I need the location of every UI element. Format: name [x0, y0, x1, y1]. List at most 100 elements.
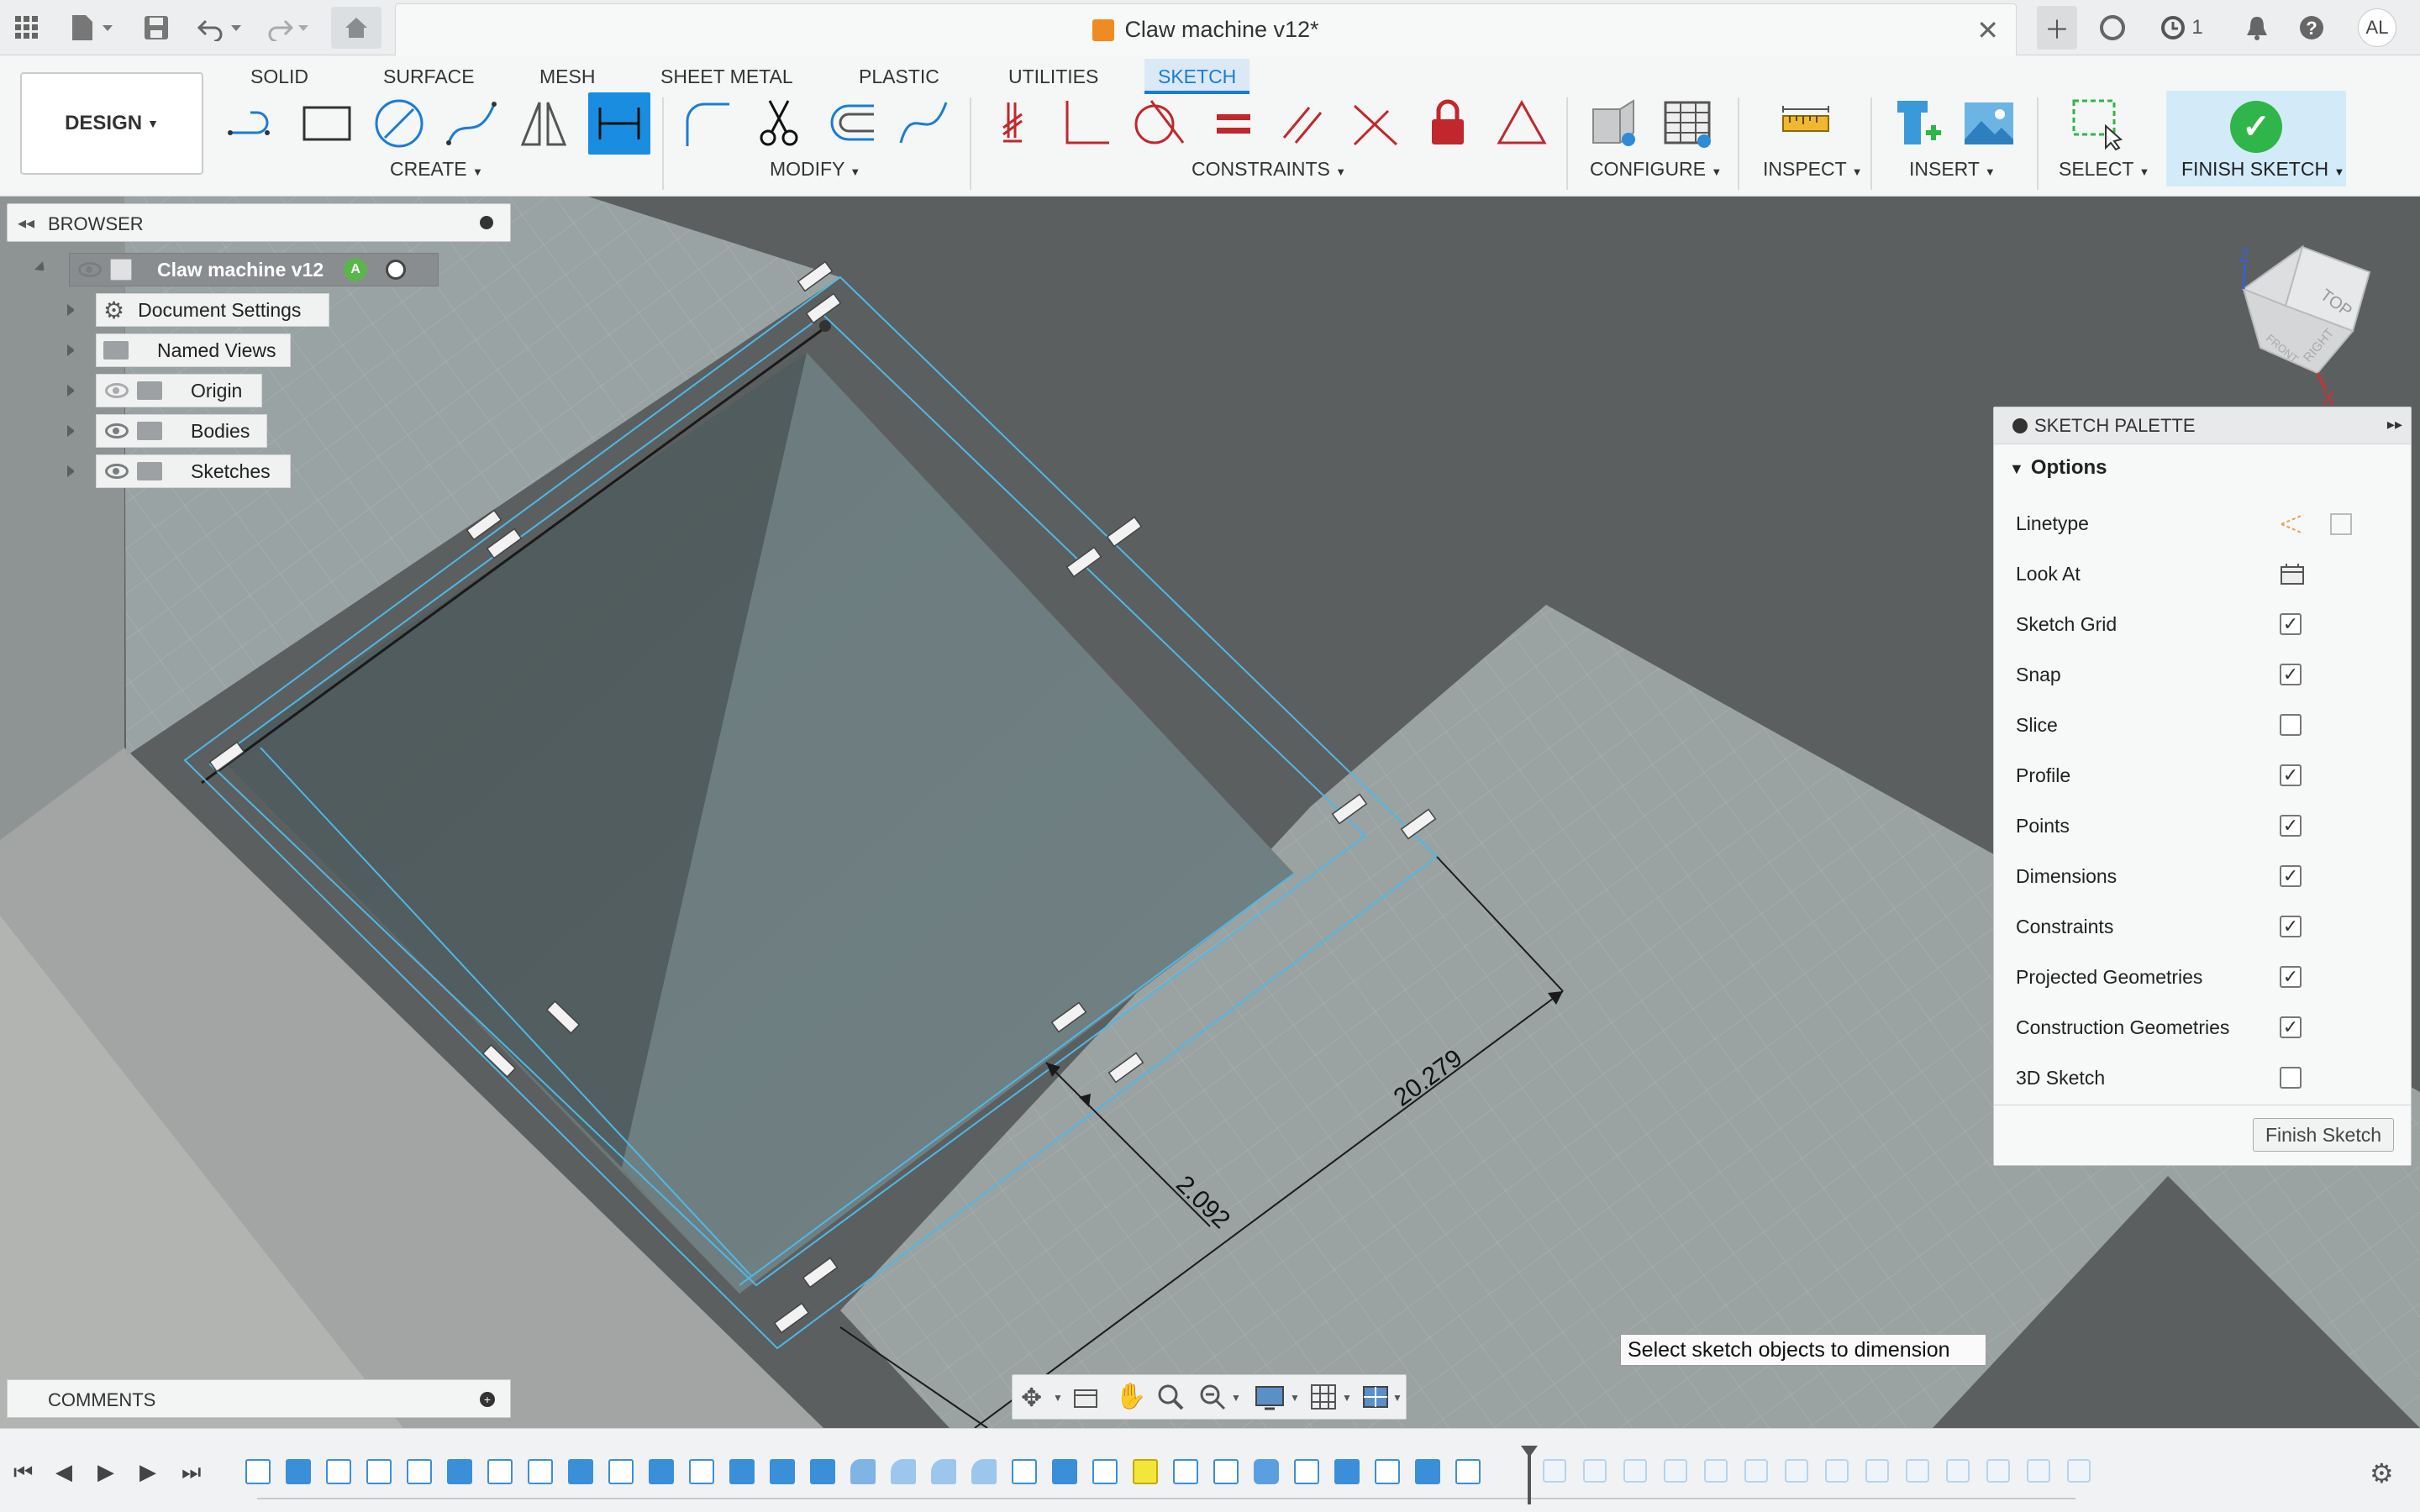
modify-menu[interactable]: MODIFY ▼ — [770, 158, 860, 181]
timeline-feature-sketch-icon[interactable] — [689, 1459, 714, 1484]
expand-arrow-icon[interactable] — [67, 465, 79, 477]
browser-item-origin[interactable]: Origin — [96, 374, 262, 407]
timeline-suppressed-feature-icon[interactable] — [1583, 1459, 1607, 1483]
home-icon[interactable] — [331, 7, 381, 49]
timeline-feature-body-icon[interactable] — [1415, 1459, 1440, 1484]
snap-checkbox[interactable]: ✓ — [2280, 664, 2302, 685]
workspace-switcher[interactable]: DESIGN ▼ — [20, 72, 203, 175]
timeline-feature-body-icon[interactable] — [649, 1459, 674, 1484]
sketch-palette-header[interactable]: SKETCH PALETTE ▸▸ — [1994, 407, 2411, 444]
timeline-feature-sketch-icon[interactable] — [1375, 1459, 1400, 1484]
minimize-icon[interactable] — [2012, 418, 2028, 433]
expand-arrow-icon[interactable] — [67, 304, 79, 316]
undo-icon[interactable] — [197, 10, 249, 45]
parallel-constraint-icon[interactable] — [1276, 96, 1331, 151]
timeline-suppressed-feature-icon[interactable] — [2027, 1459, 2050, 1483]
add-comment-icon[interactable]: + — [480, 1392, 495, 1407]
chevron-down-icon[interactable]: ▼ — [1342, 1392, 1352, 1404]
look-at-icon[interactable] — [2280, 562, 2305, 587]
display-settings-icon[interactable] — [1255, 1383, 1288, 1412]
timeline-feature-revolve-icon[interactable] — [971, 1459, 997, 1484]
close-tab-icon[interactable]: ✕ — [1976, 14, 1999, 46]
timeline-feature-sketch-icon[interactable] — [1213, 1459, 1239, 1484]
fit-zoom-icon[interactable] — [1199, 1383, 1228, 1412]
timeline-feature-body-icon[interactable] — [729, 1459, 755, 1484]
coincident-constraint-icon[interactable] — [988, 96, 1044, 151]
timeline-suppressed-feature-icon[interactable] — [1946, 1459, 1970, 1483]
line-tool-icon[interactable] — [225, 96, 281, 151]
symmetry-constraint-icon[interactable] — [1494, 96, 1549, 151]
timeline-suppressed-feature-icon[interactable] — [1906, 1459, 1929, 1483]
zoom-icon[interactable] — [1157, 1383, 1186, 1412]
expand-arrow-icon[interactable] — [67, 385, 79, 396]
timeline-feature-body-icon[interactable] — [810, 1459, 835, 1484]
viewcube[interactable]: TOP FRONT RIGHT Z X — [2227, 239, 2378, 409]
finish-sketch-button[interactable]: ✓ FINISH SKETCH ▼ — [2166, 91, 2346, 186]
chevron-down-icon[interactable]: ▼ — [1290, 1392, 1300, 1404]
browser-root-node[interactable]: Claw machine v12 A — [69, 253, 439, 286]
timeline-suppressed-feature-icon[interactable] — [1865, 1459, 1889, 1483]
tab-solid[interactable]: SOLID — [237, 59, 322, 94]
timeline-suppressed-feature-icon[interactable] — [1543, 1459, 1566, 1483]
select-menu[interactable]: SELECT ▼ — [2059, 158, 2149, 181]
timeline-suppressed-feature-icon[interactable] — [1704, 1459, 1728, 1483]
projected-geometries-checkbox[interactable]: ✓ — [2280, 966, 2302, 988]
timeline-feature-combine-icon[interactable] — [1254, 1459, 1279, 1484]
step-forward-icon[interactable]: ▶ — [139, 1459, 156, 1485]
offset-tool-icon[interactable] — [823, 96, 879, 151]
visibility-eye-icon[interactable] — [78, 262, 102, 277]
trim-tool-icon[interactable] — [751, 96, 807, 151]
activate-radio-icon[interactable] — [386, 260, 407, 280]
timeline-feature-sketch-icon[interactable] — [1173, 1459, 1198, 1484]
comments-panel-header[interactable]: COMMENTS + — [7, 1379, 511, 1418]
inspect-menu[interactable]: INSPECT ▼ — [1763, 158, 1863, 181]
new-tab-icon[interactable]: ＋ — [2037, 6, 2077, 50]
timeline-suppressed-feature-icon[interactable] — [1785, 1459, 1808, 1483]
browser-item-document-settings[interactable]: ⚙ Document Settings — [96, 293, 329, 327]
profile-checkbox[interactable]: ✓ — [2280, 764, 2302, 786]
timeline-settings-gear-icon[interactable]: ⚙ — [2370, 1457, 2394, 1489]
select-window-icon[interactable] — [2069, 96, 2124, 151]
timeline-feature-body-icon[interactable] — [568, 1459, 593, 1484]
timeline-marker-handle[interactable] — [1521, 1446, 1538, 1457]
timeline-feature-sketch-icon[interactable] — [1294, 1459, 1319, 1484]
tab-surface[interactable]: SURFACE — [370, 59, 488, 94]
timeline-feature-sketch-icon[interactable] — [407, 1459, 432, 1484]
chevron-down-icon[interactable]: ▼ — [1392, 1392, 1402, 1404]
circle-tool-icon[interactable] — [371, 96, 427, 151]
perpendicular-constraint-icon[interactable] — [1059, 96, 1114, 151]
timeline-suppressed-feature-icon[interactable] — [2067, 1459, 2091, 1483]
tab-utilities[interactable]: UTILITIES — [995, 59, 1112, 94]
dimension-tool-icon[interactable] — [588, 92, 650, 155]
orbit-icon[interactable]: ✥ — [1021, 1383, 1042, 1413]
timeline-feature-body-icon[interactable] — [1334, 1459, 1360, 1484]
create-menu[interactable]: CREATE ▼ — [390, 158, 483, 181]
timeline-feature-body-icon[interactable] — [770, 1459, 795, 1484]
visibility-eye-icon[interactable] — [105, 464, 129, 479]
tab-mesh[interactable]: MESH — [526, 59, 608, 94]
tangent-constraint-icon[interactable] — [1129, 96, 1185, 151]
timeline-feature-body-icon[interactable] — [286, 1459, 311, 1484]
timeline-feature-sketch-icon[interactable] — [1012, 1459, 1037, 1484]
step-back-icon[interactable]: ◀ — [55, 1459, 72, 1485]
browser-item-bodies[interactable]: Bodies — [96, 414, 267, 448]
timeline-feature-body-icon[interactable] — [1052, 1459, 1077, 1484]
constraints-checkbox[interactable]: ✓ — [2280, 916, 2302, 937]
visibility-eye-icon[interactable] — [105, 423, 129, 438]
user-avatar[interactable]: AL — [2358, 8, 2396, 47]
fillet-tool-icon[interactable] — [679, 96, 734, 151]
construction-geometries-checkbox[interactable]: ✓ — [2280, 1016, 2302, 1038]
timeline-feature-body-icon[interactable] — [447, 1459, 472, 1484]
help-icon[interactable]: ? — [2296, 10, 2328, 45]
configure-menu[interactable]: CONFIGURE ▼ — [1590, 158, 1722, 181]
insert-menu[interactable]: INSERT ▼ — [1909, 158, 1996, 181]
rectangle-tool-icon[interactable] — [299, 96, 355, 151]
timeline-suppressed-feature-icon[interactable] — [1623, 1459, 1647, 1483]
document-tab[interactable]: Claw machine v12* ✕ — [395, 3, 2017, 55]
collinear-constraint-icon[interactable] — [1348, 96, 1403, 151]
apps-grid-icon[interactable] — [12, 10, 42, 45]
timeline-feature-sketch-icon[interactable] — [1092, 1459, 1118, 1484]
browser-panel-header[interactable]: ◂◂ BROWSER — [7, 203, 511, 242]
tab-sheet-metal[interactable]: SHEET METAL — [647, 59, 807, 94]
3d-sketch-checkbox[interactable] — [2280, 1067, 2302, 1089]
